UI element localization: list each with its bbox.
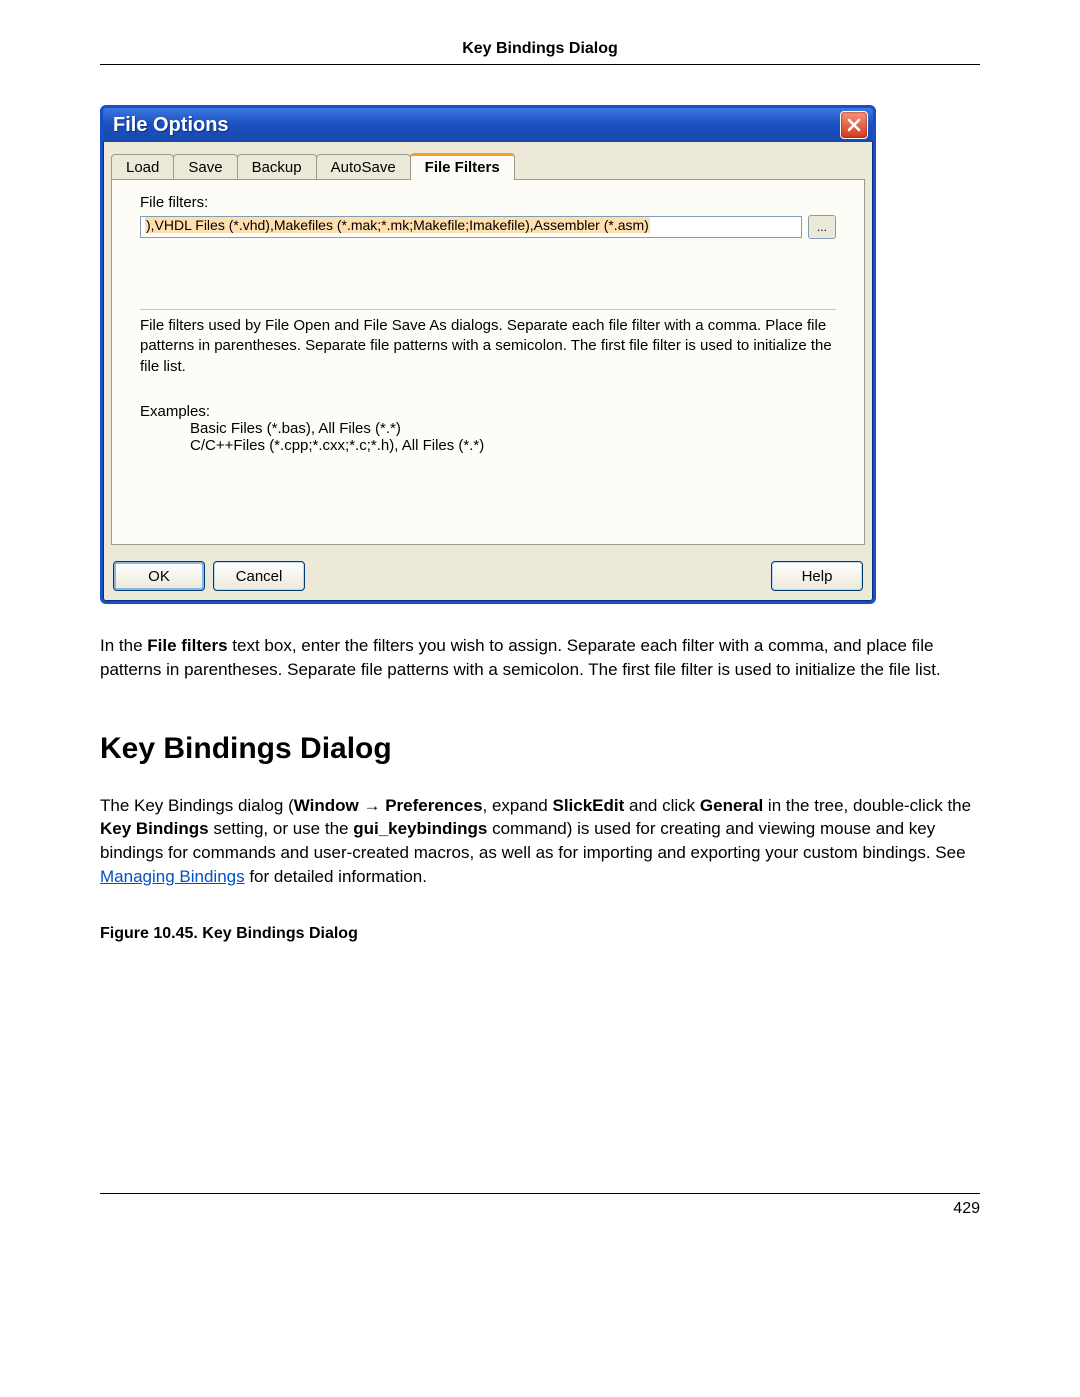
tab-content: File filters: ),VHDL Files (*.vhd),Makef… xyxy=(111,179,865,545)
file-filters-input[interactable]: ),VHDL Files (*.vhd),Makefiles (*.mak;*.… xyxy=(140,216,802,238)
dialog-button-row: OK Cancel Help xyxy=(103,555,873,601)
titlebar: File Options xyxy=(103,108,873,142)
page-header: Key Bindings Dialog xyxy=(100,40,980,65)
examples-label: Examples: xyxy=(140,403,836,420)
file-filters-label: File filters: xyxy=(140,194,836,211)
tab-save[interactable]: Save xyxy=(173,154,237,180)
tab-backup[interactable]: Backup xyxy=(237,154,317,180)
page-footer: 429 xyxy=(100,1193,980,1218)
tab-file-filters[interactable]: File Filters xyxy=(410,153,515,180)
page-number: 429 xyxy=(953,1200,980,1217)
example-2: C/C++Files (*.cpp;*.cxx;*.c;*.h), All Fi… xyxy=(140,437,836,454)
paragraph-key-bindings: The Key Bindings dialog (Window → Prefer… xyxy=(100,794,980,889)
close-icon xyxy=(847,118,861,132)
browse-button[interactable]: ... xyxy=(808,215,836,239)
dialog-title: File Options xyxy=(113,114,229,137)
example-1: Basic Files (*.bas), All Files (*.*) xyxy=(140,420,836,437)
tab-autosave[interactable]: AutoSave xyxy=(316,154,411,180)
examples-block: Examples: Basic Files (*.bas), All Files… xyxy=(140,403,836,454)
figure-caption: Figure 10.45. Key Bindings Dialog xyxy=(100,925,980,943)
managing-bindings-link[interactable]: Managing Bindings xyxy=(100,867,245,886)
section-heading: Key Bindings Dialog xyxy=(100,732,980,766)
paragraph-file-filters: In the File filters text box, enter the … xyxy=(100,634,980,682)
help-button[interactable]: Help xyxy=(771,561,863,591)
file-filters-value: ),VHDL Files (*.vhd),Makefiles (*.mak;*.… xyxy=(145,217,650,233)
help-text: File filters used by File Open and File … xyxy=(140,309,836,377)
close-button[interactable] xyxy=(840,111,868,139)
ok-button[interactable]: OK xyxy=(113,561,205,591)
tab-load[interactable]: Load xyxy=(111,154,174,180)
cancel-button[interactable]: Cancel xyxy=(213,561,305,591)
file-options-dialog: File Options Load Save Backup AutoSave F… xyxy=(100,105,876,604)
tab-strip: Load Save Backup AutoSave File Filters xyxy=(103,142,873,179)
